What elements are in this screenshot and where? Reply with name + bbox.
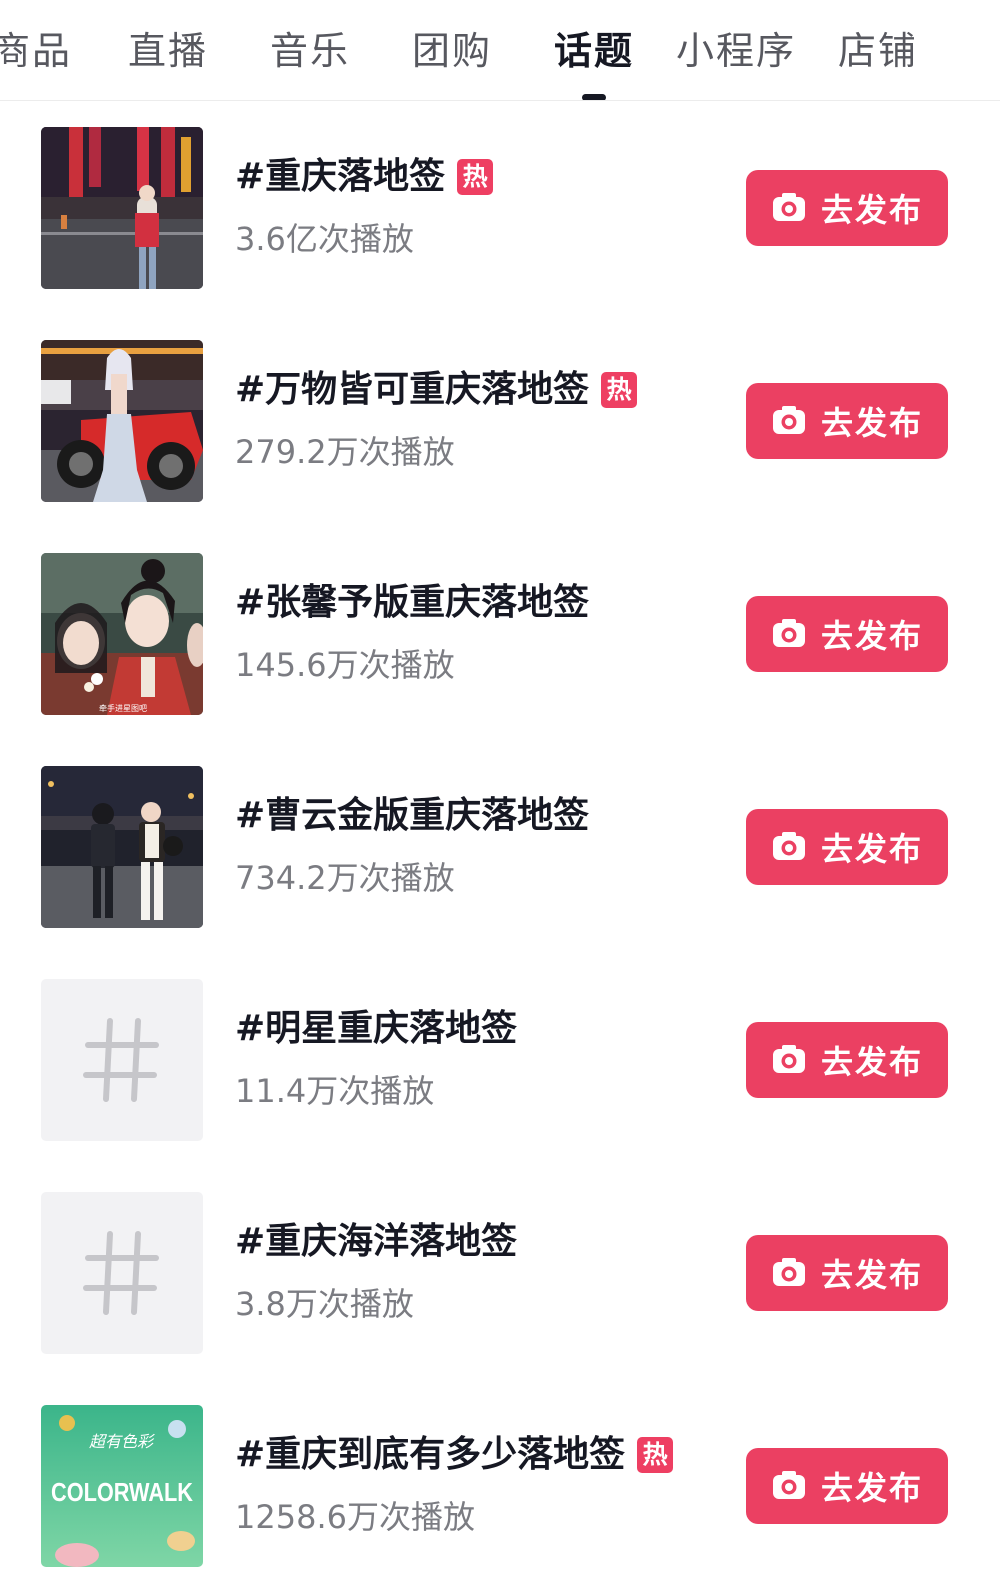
topic-thumbnail[interactable] xyxy=(41,127,203,289)
tab-mini-programs[interactable]: 小程序 xyxy=(676,26,796,76)
publish-button[interactable]: 去发布 xyxy=(746,809,948,885)
tab-products[interactable]: 商品 xyxy=(0,26,72,76)
topic-title[interactable]: #曹云金版重庆落地签 xyxy=(235,792,589,840)
topic-title[interactable]: #重庆到底有多少落地签 热 xyxy=(235,1431,674,1479)
camera-icon xyxy=(772,619,805,647)
topic-row[interactable]: #明星重庆落地签 11.4万次播放 去发布 xyxy=(0,953,1000,1166)
tab-music[interactable]: 音乐 xyxy=(270,26,350,76)
hot-badge: 热 xyxy=(637,1437,674,1473)
topic-title-text: #曹云金版重庆落地签 xyxy=(235,795,590,836)
hashtag-icon xyxy=(83,1231,159,1315)
topic-title[interactable]: #张馨予版重庆落地签 xyxy=(235,579,589,627)
publish-button[interactable]: 去发布 xyxy=(746,383,948,459)
camera-icon xyxy=(772,406,805,434)
publish-button-label: 去发布 xyxy=(820,617,923,655)
camera-icon xyxy=(772,1045,805,1073)
top-tab-bar: 商品 直播 音乐 团购 话题 小程序 店铺 xyxy=(0,0,1000,101)
topic-play-count: 145.6万次播放 xyxy=(235,646,455,684)
publish-button[interactable]: 去发布 xyxy=(746,1448,948,1524)
hashtag-icon xyxy=(83,1018,159,1102)
publish-button-label: 去发布 xyxy=(820,1469,923,1507)
publish-button-label: 去发布 xyxy=(820,191,923,229)
thumbnail-subtext: 超有色彩 xyxy=(89,1432,155,1451)
camera-icon xyxy=(772,1471,805,1499)
publish-button[interactable]: 去发布 xyxy=(746,1235,948,1311)
publish-button[interactable]: 去发布 xyxy=(746,596,948,672)
thumbnail-title: COLORWALK xyxy=(51,1477,193,1507)
topic-play-count: 734.2万次播放 xyxy=(235,859,455,897)
camera-icon xyxy=(772,193,805,221)
hashtag-placeholder[interactable] xyxy=(41,979,203,1141)
thumbnail-caption: 牵手进星图吧 xyxy=(99,703,147,713)
topic-title[interactable]: #重庆落地签 热 xyxy=(235,153,494,201)
topic-play-count: 1258.6万次播放 xyxy=(235,1498,475,1536)
tab-live[interactable]: 直播 xyxy=(128,26,208,76)
topic-title-text: #重庆海洋落地签 xyxy=(235,1221,518,1262)
topic-play-count: 3.8万次播放 xyxy=(235,1285,414,1323)
topic-title[interactable]: #明星重庆落地签 xyxy=(235,1005,517,1053)
publish-button-label: 去发布 xyxy=(820,404,923,442)
tab-topics[interactable]: 话题 xyxy=(554,26,634,76)
topic-title[interactable]: #重庆海洋落地签 xyxy=(235,1218,517,1266)
topic-title-text: #重庆到底有多少落地签 xyxy=(235,1434,626,1475)
hot-badge: 热 xyxy=(457,159,494,195)
topic-row[interactable]: #万物皆可重庆落地签 热 279.2万次播放 去发布 xyxy=(0,314,1000,527)
topic-thumbnail[interactable]: 超有色彩 COLORWALK xyxy=(41,1405,203,1567)
topic-title[interactable]: #万物皆可重庆落地签 热 xyxy=(235,366,638,414)
topic-play-count: 11.4万次播放 xyxy=(235,1072,435,1110)
publish-button-label: 去发布 xyxy=(820,830,923,868)
topic-play-count: 279.2万次播放 xyxy=(235,433,455,471)
hot-badge: 热 xyxy=(601,372,638,408)
tab-shops[interactable]: 店铺 xyxy=(838,26,918,76)
tab-group-buy[interactable]: 团购 xyxy=(412,26,492,76)
publish-button-label: 去发布 xyxy=(820,1043,923,1081)
topic-row[interactable]: #重庆海洋落地签 3.8万次播放 去发布 xyxy=(0,1166,1000,1379)
camera-icon xyxy=(772,832,805,860)
topic-play-count: 3.6亿次播放 xyxy=(235,220,414,258)
camera-icon xyxy=(772,1258,805,1286)
active-tab-indicator xyxy=(582,94,606,100)
publish-button[interactable]: 去发布 xyxy=(746,1022,948,1098)
topic-title-text: #重庆落地签 xyxy=(235,156,446,197)
topic-row[interactable]: 牵手进星图吧 #张馨予版重庆落地签 145.6万次播放 去发布 xyxy=(0,527,1000,740)
topic-title-text: #明星重庆落地签 xyxy=(235,1008,518,1049)
hashtag-placeholder[interactable] xyxy=(41,1192,203,1354)
publish-button-label: 去发布 xyxy=(820,1256,923,1294)
topic-thumbnail[interactable] xyxy=(41,766,203,928)
topic-thumbnail[interactable] xyxy=(41,340,203,502)
topic-row[interactable]: 超有色彩 COLORWALK #重庆到底有多少落地签 热 1258.6万次播放 … xyxy=(0,1379,1000,1592)
topic-thumbnail[interactable]: 牵手进星图吧 xyxy=(41,553,203,715)
topic-row[interactable]: #重庆落地签 热 3.6亿次播放 去发布 xyxy=(0,101,1000,314)
topic-title-text: #张馨予版重庆落地签 xyxy=(235,582,590,623)
publish-button[interactable]: 去发布 xyxy=(746,170,948,246)
topic-list: #重庆落地签 热 3.6亿次播放 去发布 #万物皆可重庆落地签 热 279.2万… xyxy=(0,101,1000,1592)
topic-title-text: #万物皆可重庆落地签 xyxy=(235,369,590,410)
topic-row[interactable]: #曹云金版重庆落地签 734.2万次播放 去发布 xyxy=(0,740,1000,953)
